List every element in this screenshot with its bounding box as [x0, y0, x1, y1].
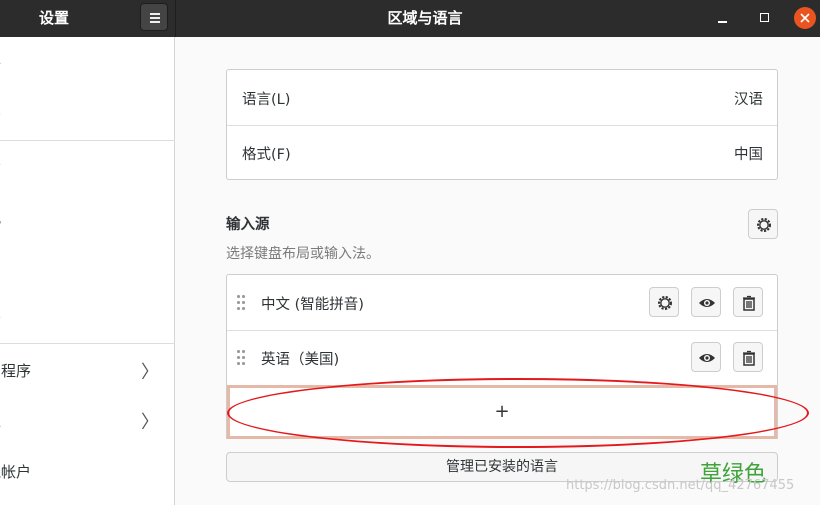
maximize-icon — [760, 13, 769, 22]
eye-icon — [699, 354, 715, 362]
formats-label: 格式(F) — [242, 147, 291, 163]
formats-value: 中国 — [734, 147, 763, 163]
input-sources-options-button[interactable] — [748, 209, 778, 239]
menu-button[interactable] — [140, 3, 168, 31]
sidebar-divider — [0, 343, 175, 344]
sidebar-item-privacy[interactable]: 私〉 — [0, 396, 175, 448]
sidebar-item-dock[interactable]: 口 — [0, 244, 175, 296]
page-title: 区域与语言 — [387, 9, 463, 27]
sidebar-item-label: 景 — [0, 155, 1, 176]
sidebar-item-online-accounts[interactable]: 线帐户 — [0, 447, 175, 499]
sidebar-item-applications[interactable]: 用程序 〉 — [0, 346, 175, 398]
sidebar-item-label: 用程序 — [0, 362, 32, 380]
sidebar-item-search[interactable]: 索 — [0, 295, 175, 347]
input-source-row[interactable]: 中文 (智能拼音) — [227, 275, 777, 330]
sidebar-item-background[interactable]: 景 — [0, 141, 175, 193]
hamburger-icon — [150, 21, 160, 23]
input-sources-subtitle: 选择键盘布局或输入法。 — [226, 246, 380, 262]
input-source-row[interactable]: 英语（美国) — [227, 331, 777, 385]
sidebar-item-label: 口 — [0, 258, 1, 279]
input-source-remove-button[interactable] — [733, 342, 763, 372]
sidebar-item-label: 索 — [0, 309, 1, 330]
drag-handle-icon[interactable] — [237, 295, 245, 311]
input-source-preview-button[interactable] — [691, 287, 721, 317]
watermark: https://blog.csdn.net/qq_42767455 — [566, 478, 795, 493]
language-value: 汉语 — [734, 92, 763, 108]
gear-icon — [757, 218, 771, 232]
input-source-preview-button[interactable] — [691, 342, 721, 372]
annotation-ellipse — [227, 378, 809, 448]
sidebar: 络 牙 景 观 口 索 用程序〉 私〉 线帐户 — [0, 37, 175, 505]
language-format-card: 语言(L) 汉语 格式(F) 中国 — [226, 69, 778, 180]
sidebar-item-appearance[interactable]: 观 — [0, 193, 175, 245]
trash-icon — [743, 295, 755, 311]
sidebar-item-label: 牙 — [0, 104, 1, 125]
sidebar-item-network[interactable]: 络 — [0, 38, 175, 90]
sidebar-item-label: 私 — [0, 410, 1, 431]
app-title: 设置 — [38, 9, 69, 27]
language-row[interactable]: 语言(L) 汉语 — [227, 70, 777, 125]
maximize-button[interactable] — [753, 6, 777, 30]
input-sources-title: 输入源 — [226, 217, 270, 233]
header-bar: 设置 区域与语言 — [0, 0, 820, 37]
input-source-remove-button[interactable] — [733, 287, 763, 317]
formats-row[interactable]: 格式(F) 中国 — [227, 126, 777, 180]
hamburger-icon — [150, 17, 160, 19]
sidebar-item-label: 观 — [0, 207, 1, 228]
sidebar-item-label: 线帐户 — [0, 463, 32, 481]
sidebar-item-bluetooth[interactable]: 牙 — [0, 90, 175, 142]
input-source-label: 中文 (智能拼音) — [261, 297, 364, 313]
chevron-right-icon: 〉 — [141, 412, 159, 433]
language-label: 语言(L) — [242, 92, 291, 108]
gear-icon — [658, 296, 672, 310]
chevron-right-icon: 〉 — [141, 362, 159, 383]
trash-icon — [743, 350, 755, 366]
minimize-icon — [718, 21, 727, 23]
close-icon — [800, 13, 810, 23]
close-button[interactable] — [794, 7, 816, 29]
hamburger-icon — [150, 13, 160, 15]
input-source-label: 英语（美国) — [261, 352, 340, 368]
eye-icon — [699, 299, 715, 307]
sidebar-item-label: 络 — [0, 52, 1, 73]
minimize-button[interactable] — [711, 6, 735, 30]
drag-handle-icon[interactable] — [237, 350, 245, 366]
input-source-settings-button[interactable] — [649, 287, 679, 317]
header-divider — [175, 0, 176, 37]
